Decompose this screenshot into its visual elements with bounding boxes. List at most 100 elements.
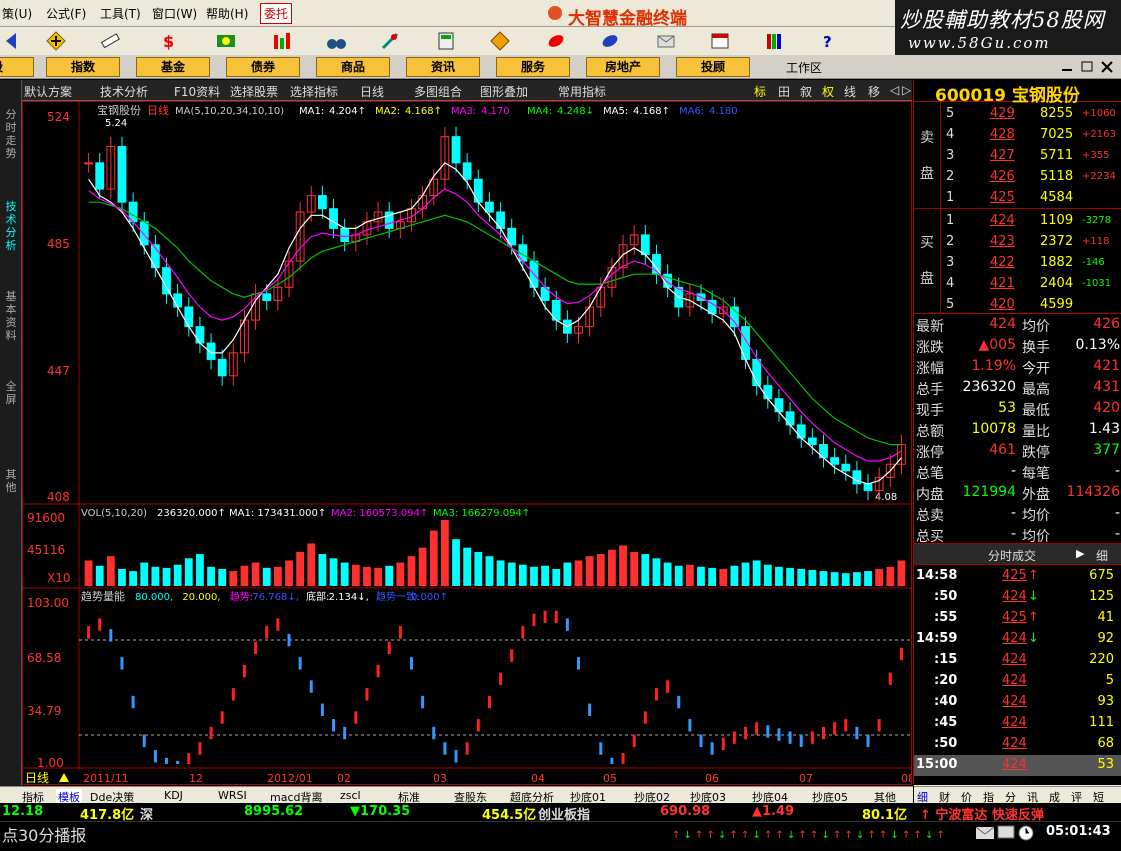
nav-realestate[interactable]: 房地产	[586, 57, 660, 77]
volume-bar	[685, 564, 694, 586]
common-indicator-button[interactable]: 常用指标	[558, 83, 606, 100]
left-tab-technical[interactable]: 技术分析	[4, 200, 18, 252]
menu-help[interactable]: 帮助(H)	[206, 5, 248, 22]
help-icon[interactable]: ?	[820, 31, 840, 51]
arrow-down-icon: ↓	[752, 830, 761, 841]
tab-mark[interactable]: 标	[754, 83, 766, 100]
diamond-icon[interactable]	[490, 31, 510, 51]
tab-grid[interactable]: 田	[778, 83, 790, 100]
order-price[interactable]: 422	[990, 255, 1015, 270]
workspace-label[interactable]: 工作区	[786, 59, 822, 76]
trades-detail-button[interactable]: 细	[1096, 547, 1108, 564]
trade-time: 14:59	[916, 631, 958, 646]
candle-body	[262, 293, 272, 301]
order-price[interactable]: 424	[990, 213, 1015, 228]
mail-icon[interactable]	[975, 826, 995, 840]
flag-icon[interactable]	[216, 31, 236, 51]
envelope-icon[interactable]	[656, 31, 676, 51]
order-row: 3 427 5711 +355	[914, 146, 1121, 167]
price-period: 日线	[147, 103, 169, 117]
tab-weight[interactable]: 权	[822, 83, 834, 100]
indicator-tab[interactable]: zscl	[340, 789, 361, 802]
toolbar: $ ?	[0, 27, 895, 55]
quote-row: 涨跌 ▲005 换手 0.13%	[914, 336, 1121, 357]
left-tab-other[interactable]: 其他	[4, 468, 18, 494]
menu-strategy[interactable]: 策(U)	[2, 5, 32, 22]
ruler-icon[interactable]	[100, 31, 120, 51]
close-icon[interactable]	[1101, 61, 1113, 73]
calculator-icon[interactable]	[436, 31, 456, 51]
satellite-icon[interactable]	[380, 31, 400, 51]
overlay-button[interactable]: 图形叠加	[480, 83, 528, 100]
scheme-select[interactable]: 默认方案	[24, 83, 72, 100]
menu-trade[interactable]: 委托	[260, 3, 293, 24]
binoculars-icon[interactable]	[326, 31, 346, 51]
order-price[interactable]: 425	[990, 190, 1015, 205]
indicator-tab[interactable]: WRSI	[218, 789, 247, 802]
lock-icon[interactable]	[600, 31, 620, 51]
plus-diamond-icon[interactable]	[46, 31, 66, 51]
volume-bar	[697, 566, 705, 586]
menu-tools[interactable]: 工具(T)	[100, 5, 141, 22]
nav-index[interactable]: 指数	[46, 57, 120, 77]
tab-move[interactable]: 移	[868, 83, 880, 100]
order-price[interactable]: 423	[990, 234, 1015, 249]
nav-commodity[interactable]: 商品	[316, 57, 390, 77]
price-tick: 447	[47, 364, 70, 378]
f10-button[interactable]: F10资料	[174, 83, 220, 100]
message-icon[interactable]	[997, 825, 1015, 841]
left-tab-fullscreen[interactable]: 全屏	[4, 380, 18, 406]
volume-bar	[307, 543, 316, 586]
period-select[interactable]: 日线	[360, 83, 384, 100]
volume-bar	[407, 556, 416, 586]
books-icon[interactable]	[764, 31, 784, 51]
bar-chart-icon[interactable]	[272, 31, 292, 51]
ma-legend-value: 4.248↓	[557, 106, 594, 117]
indicator-tab[interactable]: KDJ	[164, 789, 183, 802]
arrow-left-icon[interactable]	[2, 31, 22, 51]
order-price[interactable]: 427	[990, 148, 1015, 163]
tab-line[interactable]: 线	[844, 83, 856, 100]
left-tab-fundamental[interactable]: 基本资料	[4, 290, 18, 342]
select-indicator-button[interactable]: 选择指标	[290, 83, 338, 100]
trade-price: 424	[1002, 652, 1027, 667]
left-tab-intraday[interactable]: 分时走势	[4, 108, 18, 160]
quote-row: 总手 236320 最高 431	[914, 378, 1121, 399]
vol-legend-item: 236320.000↑	[157, 508, 226, 519]
nav-bond[interactable]: 债券	[226, 57, 300, 77]
nav-news[interactable]: 资讯	[406, 57, 480, 77]
menu-window[interactable]: 窗口(W)	[152, 5, 197, 22]
ind-title: 趋势量能	[81, 589, 125, 603]
tech-analysis-select[interactable]: 技术分析	[100, 83, 148, 100]
order-price[interactable]: 426	[990, 169, 1015, 184]
ticker-text[interactable]: 点30分播报	[2, 822, 86, 846]
volume-bar	[218, 568, 227, 586]
candle-body	[173, 293, 183, 308]
nav-stock[interactable]: 股	[0, 57, 34, 77]
candle-body	[139, 221, 149, 246]
multi-chart-button[interactable]: 多图组合	[414, 83, 462, 100]
pill-icon[interactable]	[546, 31, 566, 51]
prev-arrow-icon[interactable]: ◁	[890, 83, 899, 97]
nav-service[interactable]: 服务	[496, 57, 570, 77]
next-arrow-icon[interactable]: ▷	[902, 83, 911, 97]
window-icon[interactable]	[710, 31, 730, 51]
order-price[interactable]: 420	[990, 297, 1015, 312]
menu-formula[interactable]: 公式(F)	[46, 5, 86, 22]
restore-icon[interactable]	[1081, 61, 1093, 72]
minimize-icon[interactable]	[1062, 69, 1072, 71]
dollar-icon[interactable]: $	[158, 31, 178, 51]
volume-bar	[596, 554, 605, 586]
order-price[interactable]: 421	[990, 276, 1015, 291]
ma-legend-label: MA4:	[527, 106, 552, 117]
order-price[interactable]: 429	[990, 106, 1015, 121]
nav-advisor[interactable]: 投顾	[676, 57, 750, 77]
trade-price: 424	[1002, 631, 1027, 646]
select-stock-button[interactable]: 选择股票	[230, 83, 278, 100]
chart-area[interactable]: 宝钢股份 日线 MA(5,10,20,34,10,10) MA1: 4.204↑ M…	[22, 101, 915, 785]
volume-bar	[608, 549, 616, 586]
tab-narrate[interactable]: 叙	[800, 83, 812, 100]
order-price[interactable]: 428	[990, 127, 1015, 142]
nav-fund[interactable]: 基金	[136, 57, 210, 77]
quote-value: 461	[989, 442, 1016, 458]
